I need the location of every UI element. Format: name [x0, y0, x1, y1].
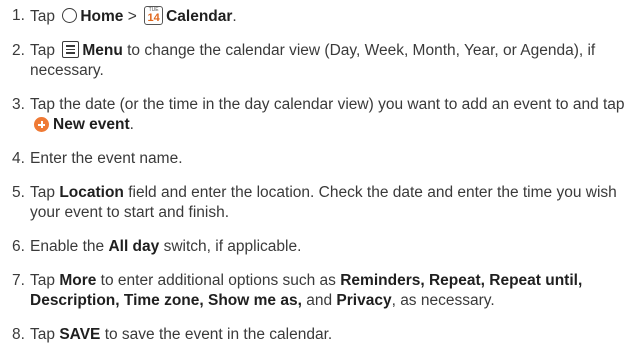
- step-text-part: Tap: [30, 42, 55, 59]
- location-label: Location: [59, 184, 124, 201]
- step-3: 3. Tap the date (or the time in the day …: [12, 95, 637, 135]
- step-text-part: Tap the date (or the time in the day cal…: [30, 96, 625, 113]
- home-circle-icon: [62, 8, 78, 23]
- step-text: Enable the All day switch, if applicable…: [30, 237, 637, 257]
- step-text: Tap SAVE to save the event in the calend…: [30, 325, 637, 345]
- step-text: Enter the event name.: [30, 150, 183, 167]
- step-6: 6. Enable the All day switch, if applica…: [12, 237, 637, 257]
- step-text-part: to save the event in the calendar.: [104, 326, 333, 343]
- step-2: 2. Tap Menu to change the calendar view …: [12, 41, 637, 81]
- step-text-part: Tap: [30, 184, 55, 201]
- calendar-label: Calendar: [166, 8, 233, 25]
- home-label: Home: [80, 8, 124, 25]
- step-8: 8. Tap SAVE to save the event in the cal…: [12, 325, 637, 345]
- new-event-label: New event: [53, 116, 130, 133]
- step-number: 7.: [12, 272, 25, 289]
- calendar-icon-day: 14: [147, 12, 160, 24]
- step-text-part: Tap: [30, 272, 55, 289]
- step-number: 2.: [12, 42, 25, 59]
- step-4: 4. Enter the event name.: [12, 149, 637, 169]
- step-1: 1. Tap Home > TUE 14 Calendar.: [12, 6, 637, 27]
- step-text: Tap Location field and enter the locatio…: [30, 183, 637, 223]
- step-text: Tap More to enter additional options suc…: [30, 271, 637, 311]
- step-text: Tap Home > TUE 14 Calendar.: [30, 6, 637, 27]
- all-day-label: All day: [108, 238, 160, 255]
- step-text: Tap Menu to change the calendar view (Da…: [30, 41, 637, 81]
- separator: >: [127, 8, 137, 25]
- step-text-part: .: [129, 116, 134, 133]
- step-number: 3.: [12, 96, 25, 113]
- step-text-part: Tap: [30, 326, 55, 343]
- calendar-app-icon: TUE 14: [144, 6, 164, 25]
- step-number: 4.: [12, 150, 25, 167]
- step-text-part: to enter additional options such as: [100, 272, 336, 289]
- save-label: SAVE: [59, 326, 101, 343]
- step-number: 1.: [12, 7, 25, 24]
- step-text-part: , as necessary.: [391, 292, 495, 309]
- menu-label: Menu: [82, 42, 123, 59]
- privacy-label: Privacy: [336, 292, 392, 309]
- step-text-part: and: [306, 292, 333, 309]
- step-5: 5. Tap Location field and enter the loca…: [12, 183, 637, 223]
- step-text-part: .: [232, 8, 237, 25]
- plus-circle-icon: [34, 117, 49, 132]
- menu-icon: [62, 41, 80, 58]
- instruction-list: 1. Tap Home > TUE 14 Calendar. 2. Tap Menu…: [0, 0, 637, 345]
- step-number: 6.: [12, 238, 25, 255]
- step-text-part: Tap: [30, 8, 55, 25]
- step-number: 8.: [12, 326, 25, 343]
- more-label: More: [59, 272, 97, 289]
- step-7: 7. Tap More to enter additional options …: [12, 271, 637, 311]
- step-number: 5.: [12, 184, 25, 201]
- step-text: Tap the date (or the time in the day cal…: [30, 95, 637, 135]
- step-text-part: Enable the: [30, 238, 105, 255]
- step-text-part: switch, if applicable.: [163, 238, 302, 255]
